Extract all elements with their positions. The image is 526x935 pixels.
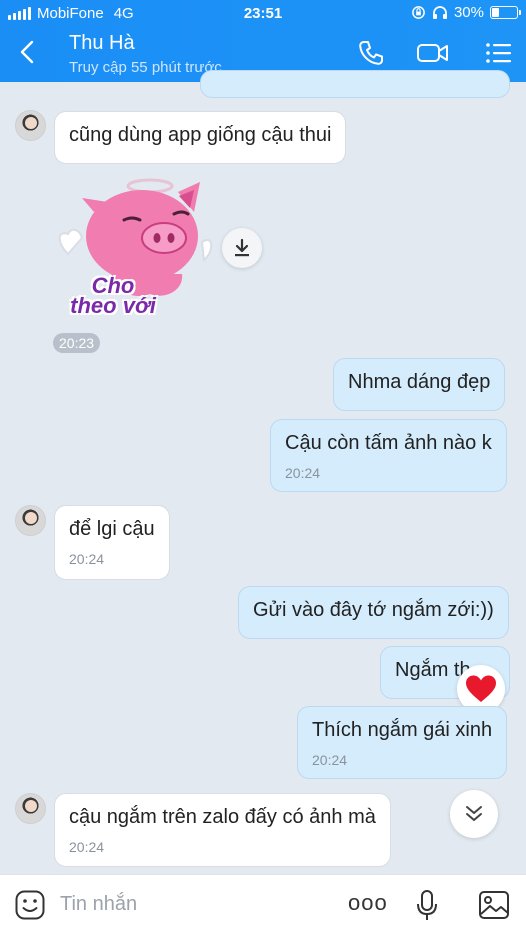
back-arrow-icon[interactable] — [14, 38, 42, 66]
microphone-icon[interactable] — [414, 889, 440, 923]
image-icon[interactable] — [478, 890, 510, 920]
previous-message-partial[interactable] — [200, 70, 510, 98]
message-time: 20:24 — [69, 551, 105, 567]
more-options-button[interactable]: ooo — [348, 890, 388, 916]
emoji-icon[interactable] — [14, 889, 46, 921]
message-time: 20:24 — [285, 465, 321, 481]
message-input[interactable]: Tin nhắn — [60, 893, 137, 916]
message-bubble[interactable]: Gửi vào đây tớ ngắm zới:)) — [238, 586, 509, 639]
message-text: Thích ngắm gái xinh — [312, 719, 493, 741]
headphones-icon — [432, 6, 447, 19]
heart-icon — [466, 675, 496, 702]
battery-icon — [490, 6, 521, 19]
message-composer: Tin nhắn ooo — [0, 874, 526, 935]
sticker-caption: Cho theo với — [58, 275, 168, 318]
sticker-timestamp: 20:23 — [53, 333, 101, 353]
pig-sticker[interactable]: Cho theo với — [54, 172, 214, 328]
message-bubble[interactable]: Cậu còn tấm ảnh nào k 20:24 — [270, 419, 507, 492]
status-right: 30% — [411, 4, 521, 21]
last-seen: Truy cập 55 phút trước — [69, 59, 222, 76]
status-bar: MobiFone 4G 23:51 30% — [0, 0, 526, 28]
message-bubble[interactable]: để lgi cậu 20:24 — [54, 505, 170, 580]
orientation-lock-icon — [412, 6, 425, 19]
message-text: Nhma dáng đẹp — [348, 371, 491, 393]
message-text: cậu ngắm trên zalo đấy có ảnh mà — [69, 806, 376, 828]
message-time: 20:24 — [312, 752, 348, 768]
battery-percent: 30% — [453, 4, 484, 21]
avatar[interactable] — [15, 110, 46, 141]
contact-name[interactable]: Thu Hà — [69, 32, 135, 55]
menu-icon[interactable] — [484, 38, 514, 68]
message-text: Cậu còn tấm ảnh nào k — [285, 432, 492, 454]
sticker-caption-line2: theo với — [70, 293, 156, 318]
download-icon — [235, 238, 249, 257]
message-time: 20:24 — [69, 839, 105, 855]
double-chevron-down-icon — [466, 806, 482, 821]
message-text: để lgi cậu — [69, 518, 155, 540]
avatar[interactable] — [15, 505, 46, 536]
message-bubble[interactable]: cậu ngắm trên zalo đấy có ảnh mà 20:24 — [54, 793, 391, 867]
message-bubble[interactable]: Nhma dáng đẹp — [333, 358, 506, 411]
message-text: cũng dùng app giống cậu thui — [69, 124, 332, 146]
message-text: Gửi vào đây tớ ngắm zới:)) — [253, 599, 494, 621]
video-call-icon[interactable] — [416, 38, 450, 68]
message-bubble[interactable]: Thích ngắm gái xinh 20:24 — [297, 706, 508, 779]
scroll-to-bottom-button[interactable] — [450, 790, 498, 838]
phone-call-icon[interactable] — [356, 38, 386, 68]
message-bubble[interactable]: cũng dùng app giống cậu thui — [54, 111, 347, 164]
avatar[interactable] — [15, 793, 46, 824]
download-button[interactable] — [222, 228, 262, 268]
